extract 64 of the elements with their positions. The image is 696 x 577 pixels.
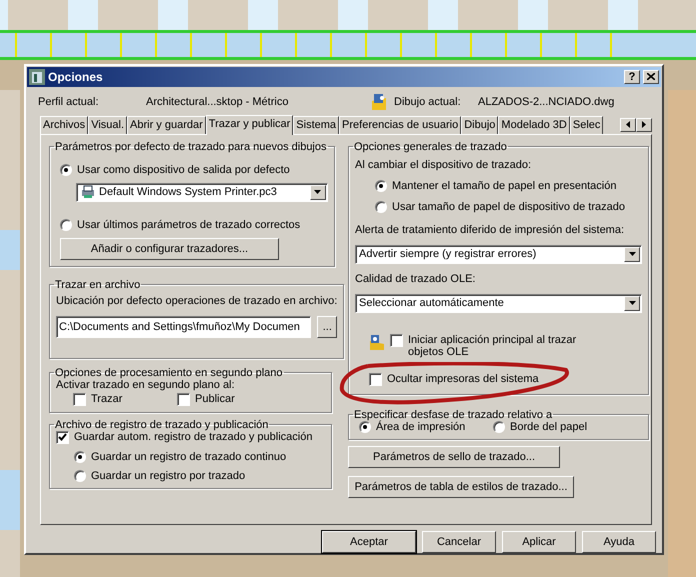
checkbox-option[interactable]: Ocultar impresoras del sistema	[355, 372, 642, 386]
group-title: Trazar en archivo	[54, 278, 142, 291]
checkbox-option[interactable]: Iniciar aplicación principal al trazar objetos OLE	[355, 334, 642, 358]
drawing-value: ALZADOS-2...NCIADO.dwg	[478, 96, 616, 108]
dialog-button[interactable]: Aceptar	[322, 531, 416, 553]
group-title: Opciones generales de trazado	[353, 140, 508, 153]
radio-label: Usar tamaño de papel de dispositivo de trazado	[392, 200, 625, 213]
checkbox-option[interactable]: Publicar	[177, 392, 277, 406]
radio-label: Guardar un registro por trazado	[91, 470, 246, 482]
tab[interactable]: Abrir y guardar	[127, 116, 206, 134]
window-title: Opciones	[48, 70, 104, 84]
radio-option[interactable]: Guardar un registro por trazado	[56, 470, 325, 482]
plot-stamp-button[interactable]: Parámetros de sello de trazado...	[348, 446, 560, 468]
checkbox-label: Publicar	[195, 393, 235, 406]
tab[interactable]: Visual.	[88, 116, 128, 134]
checkbox-label: Ocultar impresoras del sistema	[387, 373, 539, 386]
radio-label: Área de impresión	[376, 420, 466, 433]
dropdown[interactable]: Default Windows System Printer.pc3	[76, 182, 328, 202]
group-title: Opciones de procesamiento en segundo plano	[54, 366, 284, 379]
tab[interactable]: Sistema	[293, 116, 340, 134]
dropdown[interactable]: Seleccionar automáticamente	[355, 294, 642, 313]
profile-value: Architectural...sktop - Métrico	[146, 96, 290, 108]
checkbox-option[interactable]: Guardar autom. registro de trazado y publicación	[56, 430, 325, 444]
drawing-label: Dibujo actual:	[394, 96, 462, 108]
checkbox-label: Trazar	[91, 393, 122, 406]
field-label: Calidad de trazado OLE:	[355, 272, 476, 285]
radio-option[interactable]: Guardar un registro de trazado continuo	[56, 450, 325, 463]
tab[interactable]: Modelado 3D	[498, 116, 570, 134]
help-button[interactable]: ?	[624, 70, 640, 84]
checkbox-label: Guardar autom. registro de trazado y publicación	[74, 431, 312, 444]
radio-label: Usar últimos parámetros de trazado correctos	[77, 218, 300, 231]
path-field[interactable]: C:\Documents and Settings\fmuñoz\My Documen	[56, 316, 312, 338]
dialog-button[interactable]: Aplicar	[502, 531, 576, 553]
tab[interactable]: Dibujo	[461, 116, 498, 134]
tab[interactable]: Selec	[570, 116, 604, 134]
field-label: Activar trazado en segundo plano al:	[56, 378, 236, 391]
dropdown[interactable]: Advertir siempre (y registrar errores)	[355, 244, 642, 264]
profile-label: Perfil actual:	[38, 96, 100, 108]
radio-option[interactable]: Área de impresión	[359, 420, 489, 433]
tab[interactable]: Trazar y publicar	[206, 114, 294, 135]
checkbox-option[interactable]: Trazar	[73, 392, 173, 406]
radio-option[interactable]: Mantener el tamaño de papel en presentación	[355, 180, 642, 192]
plot-style-table-button[interactable]: Parámetros de tabla de estilos de trazado...	[348, 476, 574, 498]
radio-option[interactable]: Usar últimos parámetros de trazado correctos	[56, 218, 328, 231]
group-title: Archivo de registro de trazado y publicación	[54, 418, 270, 431]
group-title: Parámetros por defecto de trazado para nuevos dibujos	[54, 140, 328, 153]
radio-option[interactable]: Usar como dispositivo de salida por defecto	[56, 164, 328, 176]
field-label: Al cambiar el dispositivo de trazado:	[355, 158, 532, 171]
add-plotters-button[interactable]: Añadir o configurar trazadores...	[60, 238, 279, 260]
browse-button[interactable]: ...	[317, 316, 338, 338]
radio-label: Mantener el tamaño de papel en presentación	[392, 180, 616, 192]
radio-label: Guardar un registro de trazado continuo	[91, 450, 286, 463]
field-label: Ubicación por defecto operaciones de trazado en archivo:	[56, 294, 338, 307]
dialog-button[interactable]: Ayuda	[582, 531, 656, 553]
tab[interactable]: Preferencias de usuario	[339, 116, 462, 134]
tab[interactable]: Archivos	[40, 116, 88, 134]
field-label: Alerta de tratamiento diferido de impresión del sistema:	[355, 224, 626, 236]
radio-option[interactable]: Borde del papel	[493, 420, 623, 433]
radio-option[interactable]: Usar tamaño de papel de dispositivo de trazado	[355, 200, 642, 213]
radio-label: Usar como dispositivo de salida por defecto	[77, 164, 290, 176]
group-title: Especificar desfase de trazado relativo a	[353, 408, 554, 421]
dialog-button[interactable]: Cancelar	[422, 531, 496, 553]
radio-label: Borde del papel	[510, 420, 588, 433]
checkbox-label: Iniciar aplicación principal al trazar objetos OLE	[408, 334, 578, 358]
